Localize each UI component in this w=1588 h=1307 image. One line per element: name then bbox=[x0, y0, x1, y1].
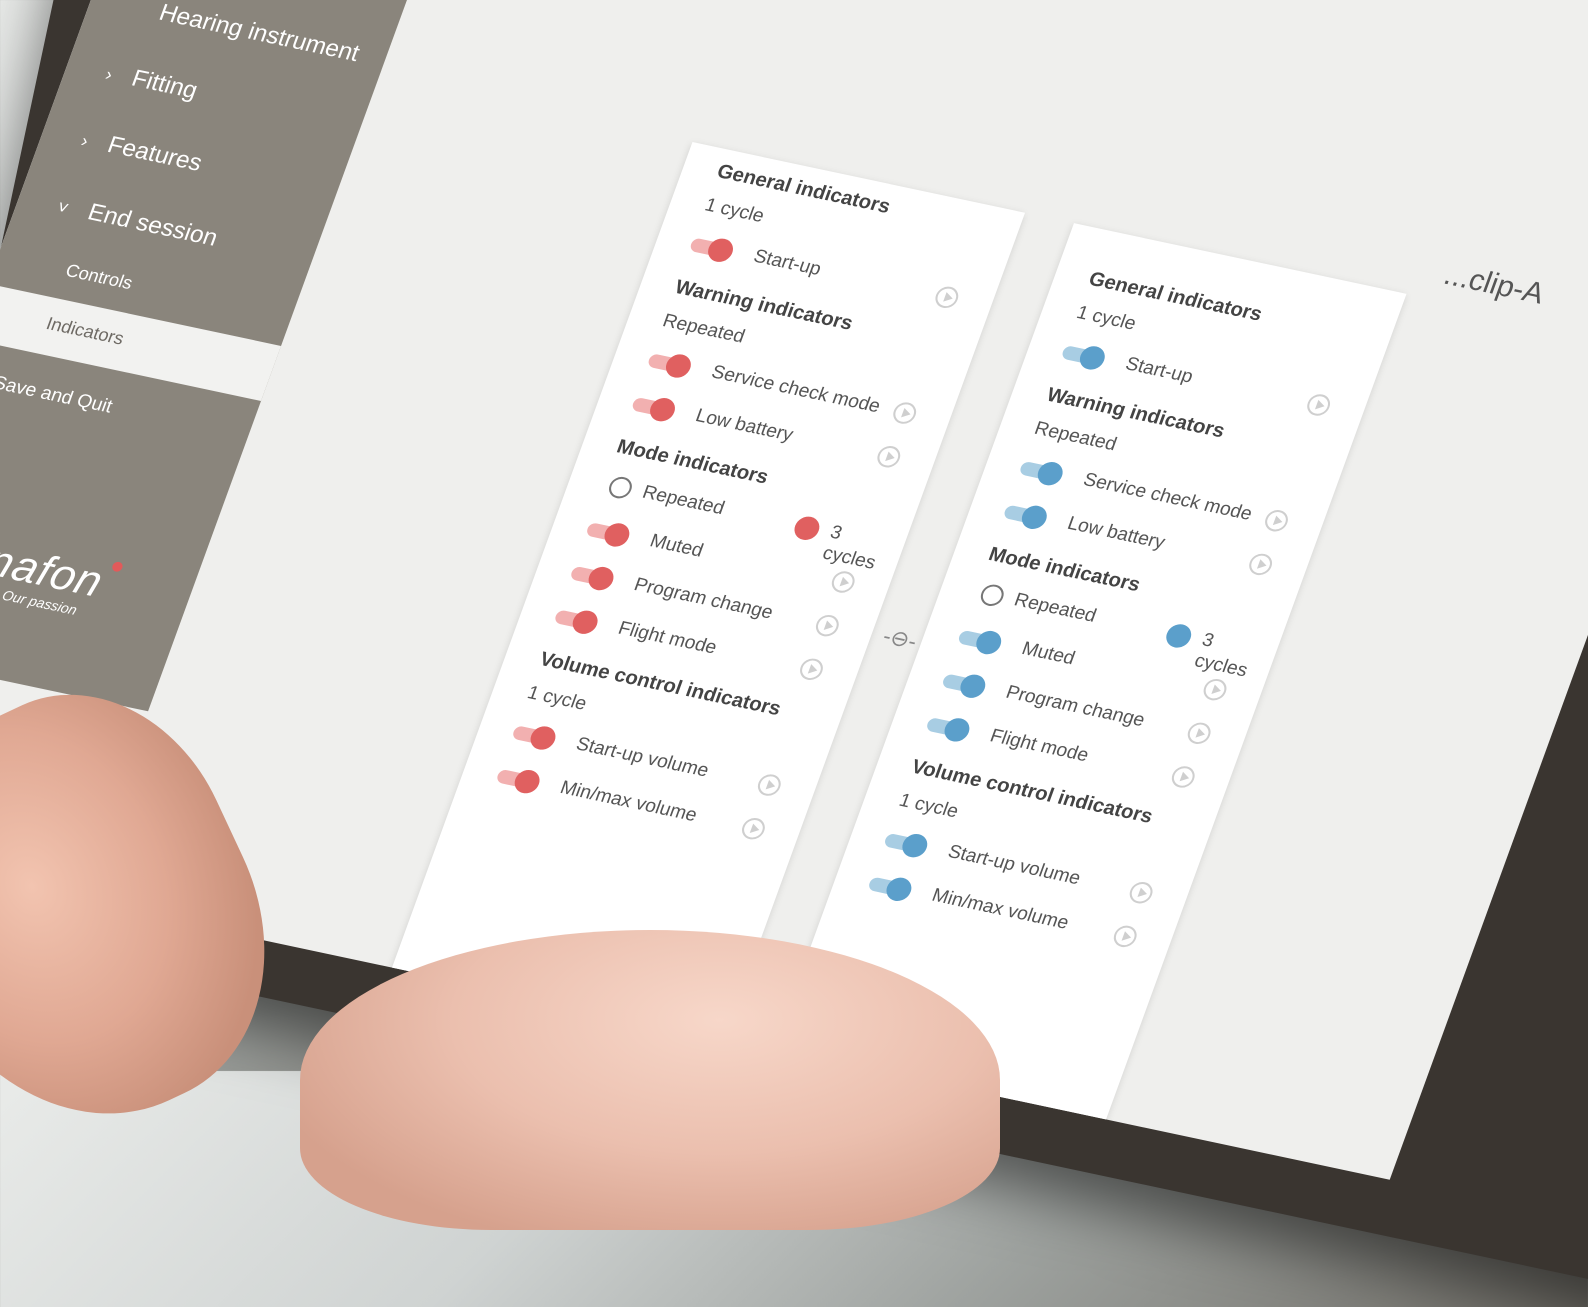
muted-toggle[interactable] bbox=[955, 625, 1008, 657]
radio-label: 3 cycles bbox=[1191, 629, 1251, 682]
indicator-label: Min/max volume bbox=[929, 884, 1072, 934]
logo-dot-icon bbox=[110, 560, 124, 573]
indicator-label: Start-up volume bbox=[944, 841, 1084, 890]
radio-repeated[interactable] bbox=[605, 474, 636, 501]
startup-volume-toggle[interactable] bbox=[881, 828, 934, 860]
save-and-quit-label: Save and Quit bbox=[0, 372, 116, 418]
startup-volume-toggle[interactable] bbox=[510, 720, 563, 752]
play-icon[interactable] bbox=[932, 284, 962, 311]
indicator-label: Flight mode bbox=[615, 617, 720, 659]
play-icon[interactable] bbox=[812, 612, 842, 639]
indicator-row-program-change: Program change bbox=[569, 561, 856, 639]
sidebar-item-label: End session bbox=[84, 198, 222, 252]
minmax-volume-toggle[interactable] bbox=[865, 872, 918, 904]
startup-toggle[interactable] bbox=[1059, 340, 1112, 372]
play-icon[interactable] bbox=[1246, 551, 1276, 578]
low-battery-toggle[interactable] bbox=[1001, 500, 1054, 532]
indicator-row-flight-mode: Flight mode bbox=[553, 605, 840, 683]
indicator-label: Program change bbox=[631, 574, 776, 624]
indicator-label: Muted bbox=[647, 530, 706, 562]
sidebar-item-fitting[interactable]: › Fitting bbox=[102, 59, 202, 105]
indicator-row-minmax-volume: Min/max volume bbox=[867, 872, 1154, 950]
sidebar: Hearing instrument › Fitting › Features … bbox=[0, 0, 494, 712]
sidebar-item-label: Fitting bbox=[128, 64, 202, 105]
link-icon[interactable]: -⊖- bbox=[879, 623, 921, 655]
indicator-label: Start-up bbox=[750, 245, 825, 280]
play-icon[interactable] bbox=[796, 656, 827, 683]
brand-logo: bernafon Your hearing · Our passion bbox=[0, 522, 124, 623]
indicator-label: Program change bbox=[1002, 681, 1148, 732]
play-icon[interactable] bbox=[828, 569, 858, 595]
sidebar-subitem-controls[interactable]: Controls bbox=[63, 260, 135, 294]
chevron-down-icon: ˅ bbox=[54, 197, 72, 219]
play-icon[interactable] bbox=[1184, 720, 1214, 747]
service-check-toggle[interactable] bbox=[1017, 456, 1070, 488]
indicator-row-flight-mode: Flight mode bbox=[925, 712, 1212, 790]
program-change-toggle[interactable] bbox=[568, 561, 621, 593]
radio-label: Repeated bbox=[639, 481, 728, 520]
radio-3-cycles[interactable] bbox=[791, 514, 823, 543]
indicator-label: Muted bbox=[1018, 638, 1078, 670]
play-icon[interactable] bbox=[1168, 764, 1198, 790]
program-change-toggle[interactable] bbox=[939, 669, 992, 701]
radio-label: 3 cycles bbox=[819, 521, 879, 574]
service-check-toggle[interactable] bbox=[645, 348, 698, 380]
indicator-label: Min/max volume bbox=[557, 777, 700, 827]
play-icon[interactable] bbox=[1110, 923, 1140, 950]
sidebar-item-hearing-instrument[interactable]: Hearing instrument bbox=[155, 0, 364, 68]
play-icon[interactable] bbox=[1200, 676, 1230, 703]
play-icon[interactable] bbox=[890, 400, 920, 426]
play-icon[interactable] bbox=[1261, 508, 1292, 534]
chevron-right-icon: › bbox=[78, 130, 92, 151]
play-icon[interactable] bbox=[738, 816, 768, 842]
flight-mode-toggle[interactable] bbox=[923, 712, 976, 744]
radio-label: Repeated bbox=[1011, 589, 1100, 627]
sidebar-item-features[interactable]: › Features bbox=[77, 126, 206, 178]
play-icon[interactable] bbox=[1126, 880, 1156, 906]
indicator-label: Low battery bbox=[1064, 513, 1168, 554]
play-icon[interactable] bbox=[874, 444, 904, 470]
startup-toggle[interactable] bbox=[687, 233, 740, 265]
sidebar-item-label: Features bbox=[103, 131, 206, 177]
indicator-label: Start-up volume bbox=[573, 733, 712, 782]
play-icon[interactable] bbox=[1304, 392, 1334, 418]
indicator-label: Low battery bbox=[692, 405, 797, 446]
minmax-volume-toggle[interactable] bbox=[494, 764, 547, 796]
sidebar-item-end-session[interactable]: ˅ End session bbox=[53, 192, 221, 252]
radio-repeated[interactable] bbox=[977, 582, 1007, 609]
chevron-right-icon: › bbox=[102, 64, 116, 85]
sidebar-item-label: Hearing instrument bbox=[155, 0, 364, 68]
flight-mode-toggle[interactable] bbox=[552, 605, 605, 637]
muted-toggle[interactable] bbox=[583, 517, 636, 549]
low-battery-toggle[interactable] bbox=[629, 392, 682, 424]
indicator-label: Start-up bbox=[1122, 353, 1196, 388]
right-hand bbox=[300, 930, 1000, 1230]
play-icon[interactable] bbox=[754, 772, 784, 798]
sidebar-subitem-label: Indicators bbox=[43, 313, 127, 349]
indicator-row-program-change: Program change bbox=[941, 669, 1228, 747]
indicator-row-minmax-volume: Min/max volume bbox=[495, 764, 782, 842]
save-and-quit-button[interactable]: Save and Quit bbox=[0, 373, 115, 419]
radio-3-cycles[interactable] bbox=[1162, 622, 1195, 650]
indicator-label: Flight mode bbox=[987, 725, 1092, 767]
window-title: ...clip-A bbox=[1439, 258, 1549, 311]
